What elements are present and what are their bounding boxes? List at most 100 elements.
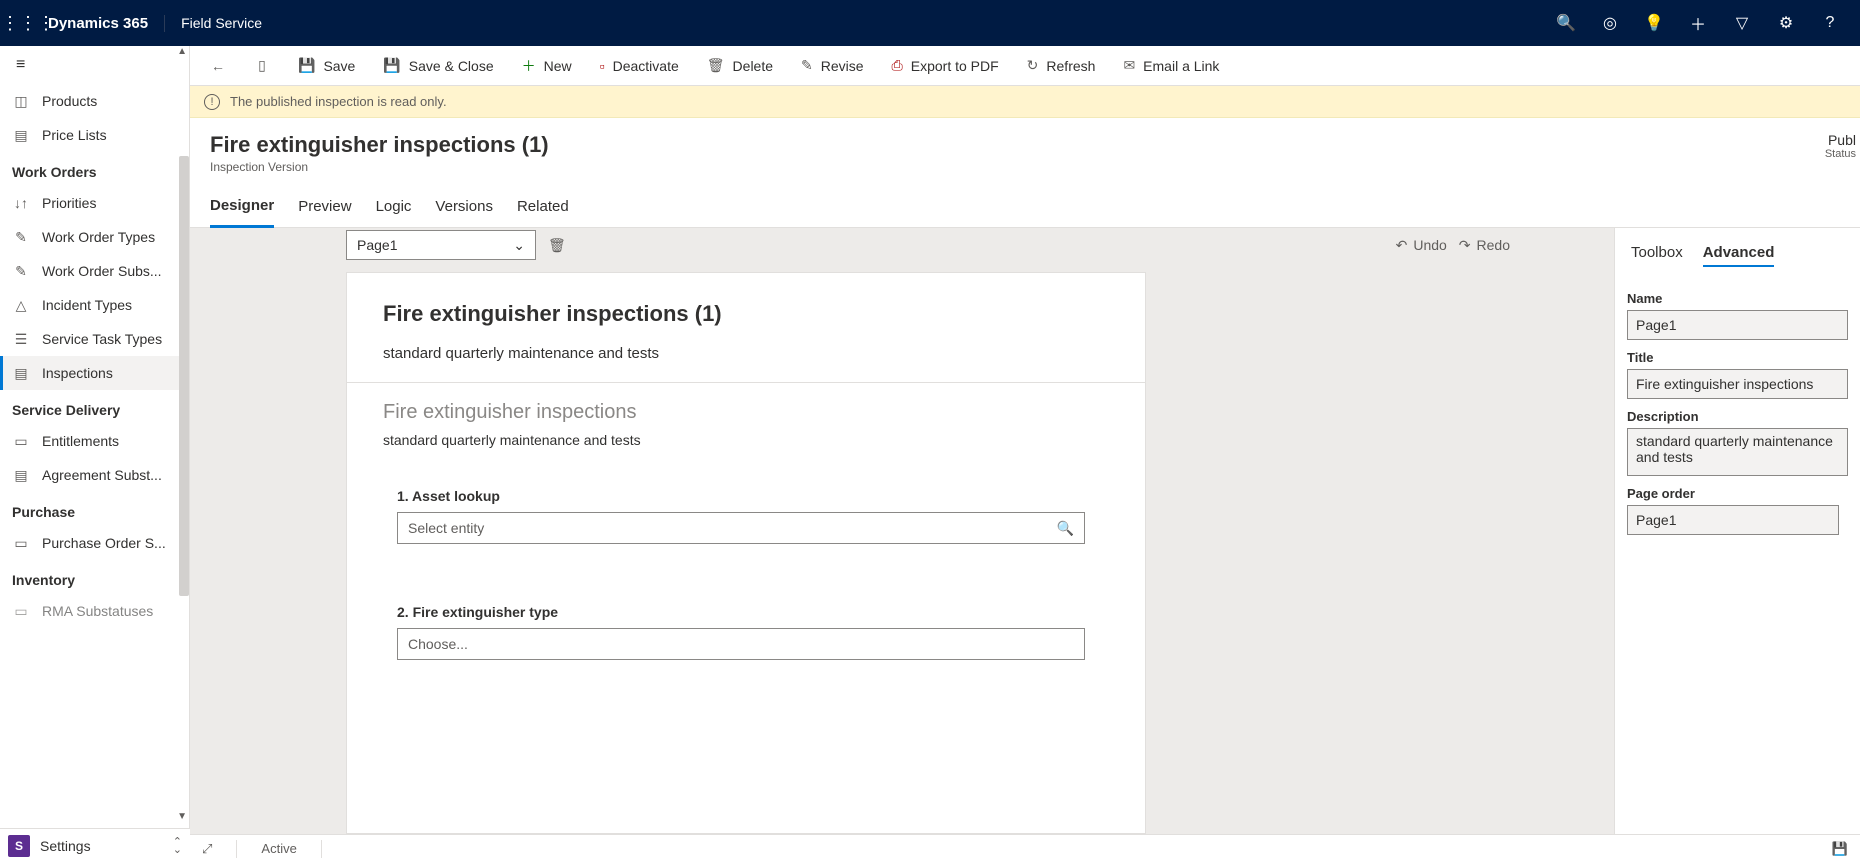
record-state: Active [261,841,296,856]
search-icon[interactable]: 🔍 [1544,13,1588,33]
sidebar-scrollbar[interactable] [179,156,189,596]
revise-button[interactable]: ✎Revise [789,46,876,86]
sidebar-item-label: Inspections [42,365,113,381]
scroll-up-icon[interactable]: ▲ [177,46,187,57]
sidebar-item-work-order-subs[interactable]: ✎Work Order Subs... [0,254,189,288]
tab-designer[interactable]: Designer [210,186,274,228]
sidebar-item-incident-types[interactable]: △ Incident Types [0,288,189,322]
readonly-warning: ! The published inspection is read only. [190,86,1860,118]
back-button[interactable]: ← [198,58,238,74]
sidebar-item-purchase-order-s[interactable]: ▭Purchase Order S... [0,526,189,560]
deactivate-button[interactable]: ▫Deactivate [588,46,691,86]
prop-desc-input[interactable]: standard quarterly maintenance and tests [1627,428,1848,476]
page-selector-value: Page1 [357,237,397,253]
tab-related[interactable]: Related [517,186,569,228]
deactivate-icon: ▫ [600,58,605,74]
sidebar-item-priorities[interactable]: ↓↑ Priorities [0,186,189,220]
expand-icon[interactable]: ⤢ [202,841,212,857]
sidebar-item-label: Priorities [42,195,96,211]
tab-versions[interactable]: Versions [435,186,493,228]
chevron-updown-icon: ⌃⌄ [173,838,182,854]
tab-preview[interactable]: Preview [298,186,351,228]
sidebar-group-service-delivery: Service Delivery [0,390,189,424]
section-title: Fire extinguisher inspections [383,401,1109,424]
plus-icon: ＋ [522,56,536,76]
sidebar-item-agreement-substatuses[interactable]: ▤Agreement Subst... [0,458,189,492]
help-icon[interactable]: ? [1808,14,1852,32]
asset-lookup-placeholder: Select entity [408,520,484,536]
module-name: Field Service [181,15,262,31]
redo-icon: ↷ [1459,237,1471,254]
area-label: Settings [40,838,91,854]
form-icon: ✎ [12,229,30,246]
warning-text: The published inspection is read only. [230,94,447,109]
purchase-icon: ▭ [12,535,30,552]
sidebar-item-label: Price Lists [42,127,107,143]
product-brand: Dynamics 365 [48,15,165,32]
area-badge: S [8,835,30,857]
filter-icon[interactable]: ▽ [1720,13,1764,33]
toolbox-tab[interactable]: Toolbox [1631,244,1683,267]
search-icon: 🔍 [1057,520,1074,537]
prop-title-input[interactable]: Fire extinguisher inspections [1627,369,1848,399]
type-placeholder: Choose... [408,636,468,652]
lightbulb-icon[interactable]: 💡 [1632,13,1676,33]
save-button[interactable]: 💾Save [286,46,367,86]
sidebar-item-label: Incident Types [42,297,132,313]
sidebar-item-work-order-types[interactable]: ✎ Work Order Types [0,220,189,254]
sidebar-toggle-icon[interactable]: ≡ [0,46,189,84]
pdf-icon: ⎙ [892,57,903,74]
panel-toggle-icon[interactable]: ▯ [242,57,282,74]
page-selector-dropdown[interactable]: Page1 ⌄ [346,230,536,260]
status-label: Status [1825,148,1856,160]
save-status-icon[interactable]: 💾 [1832,841,1848,857]
tasks-icon: ☰ [12,331,30,348]
asset-lookup-input[interactable]: Select entity 🔍 [397,512,1085,544]
undo-button[interactable]: ↶Undo [1396,237,1447,254]
new-button[interactable]: ＋New [510,46,584,86]
sidebar-item-inspections[interactable]: ▤ Inspections [0,356,189,390]
sidebar-item-rma-substatuses[interactable]: ▭RMA Substatuses [0,594,189,628]
question-2-label: 2. Fire extinguisher type [397,604,1109,620]
prop-name-input[interactable]: Page1 [1627,310,1848,340]
refresh-button[interactable]: ↻Refresh [1015,46,1108,86]
task-icon[interactable]: ◎ [1588,13,1632,33]
cube-icon: ◫ [12,93,30,110]
sidebar-area-switcher[interactable]: S Settings ⌃⌄ [0,828,190,862]
sidebar-item-label: Entitlements [42,433,119,449]
export-pdf-button[interactable]: ⎙Export to PDF [880,46,1011,86]
entitlement-icon: ▭ [12,433,30,450]
prop-pageorder-dropdown[interactable]: Page1 [1627,505,1839,535]
add-icon[interactable]: ＋ [1676,11,1720,35]
designer-canvas[interactable]: Fire extinguisher inspections (1) standa… [346,272,1146,834]
redo-button[interactable]: ↷Redo [1459,237,1510,254]
save-close-button[interactable]: 💾Save & Close [371,46,505,86]
clipboard-icon: ▤ [12,365,30,382]
record-title: Fire extinguisher inspections (1) [210,132,1840,158]
sidebar-item-price-lists[interactable]: ▤ Price Lists [0,118,189,152]
gear-icon[interactable]: ⚙ [1764,13,1808,33]
status-value: Publ [1825,132,1856,148]
save-icon: 💾 [298,57,315,74]
fire-extinguisher-type-input[interactable]: Choose... [397,628,1085,660]
scroll-down-icon[interactable]: ▼ [177,811,187,822]
canvas-title: Fire extinguisher inspections (1) [383,301,1109,327]
undo-icon: ↶ [1396,237,1408,254]
rma-icon: ▭ [12,603,30,620]
sidebar-item-products[interactable]: ◫ Products [0,84,189,118]
delete-page-icon[interactable]: 🗑 [548,237,566,254]
tab-logic[interactable]: Logic [376,186,412,228]
advanced-tab[interactable]: Advanced [1703,244,1775,267]
delete-button[interactable]: 🗑Delete [695,46,785,86]
app-launcher-icon[interactable]: ⋮⋮⋮ [8,13,48,34]
sidebar-item-label: Work Order Types [42,229,155,245]
sort-icon: ↓↑ [12,195,30,211]
sidebar-item-label: Products [42,93,97,109]
warning-icon: △ [12,297,30,314]
mail-icon: ✉ [1123,57,1135,74]
sidebar-item-entitlements[interactable]: ▭ Entitlements [0,424,189,458]
sidebar-item-service-task-types[interactable]: ☰Service Task Types [0,322,189,356]
email-link-button[interactable]: ✉Email a Link [1111,46,1231,86]
document-icon: ▤ [12,467,30,484]
sidebar-group-inventory: Inventory [0,560,189,594]
